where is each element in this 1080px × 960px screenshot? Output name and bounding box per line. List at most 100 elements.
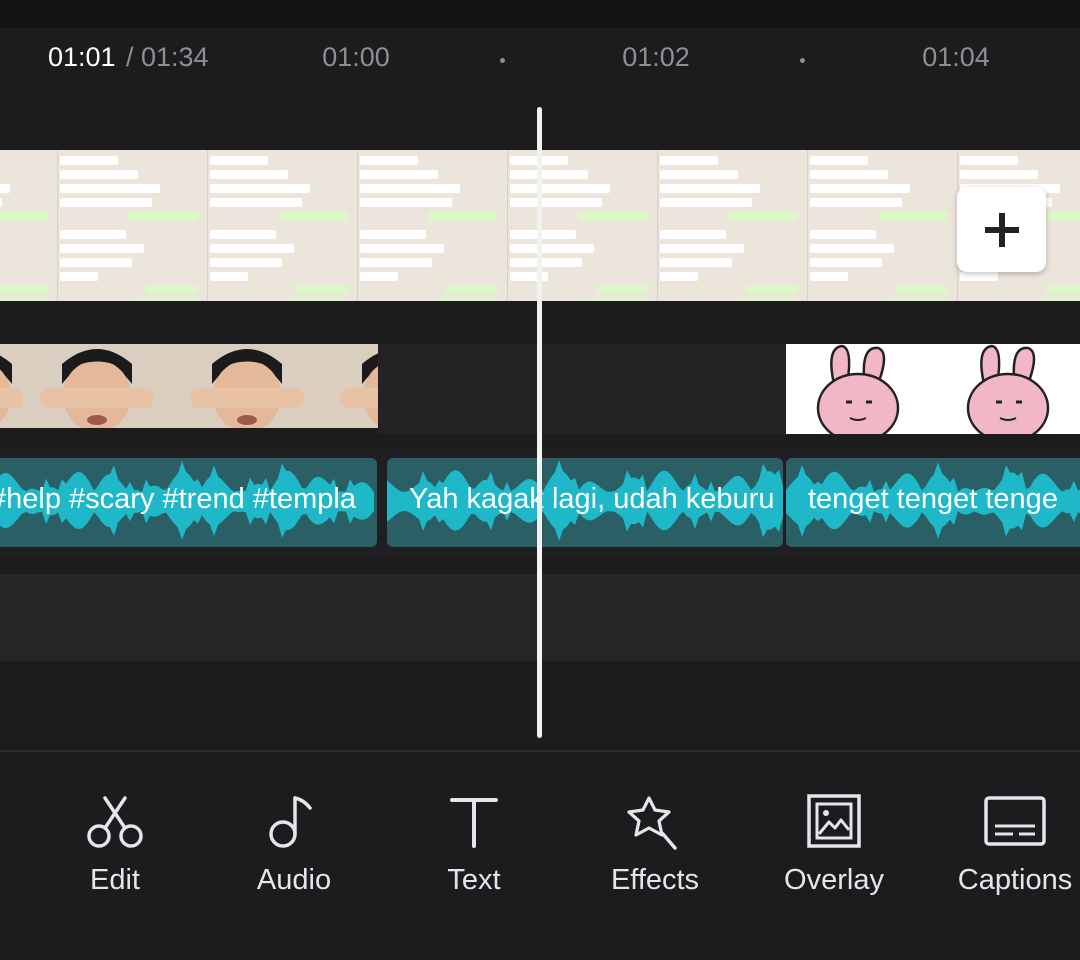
chat-bubble bbox=[596, 285, 648, 294]
chat-bubble bbox=[660, 170, 738, 179]
chat-bubble bbox=[660, 184, 760, 193]
ruler-tick-label: 01:02 bbox=[622, 42, 690, 72]
chat-bubble bbox=[960, 156, 1018, 165]
chat-bubble bbox=[960, 272, 998, 281]
chat-bubble bbox=[510, 170, 588, 179]
overlay-button[interactable]: Overlay bbox=[754, 794, 914, 897]
chat-bubble bbox=[0, 198, 2, 207]
edit-button[interactable]: Edit bbox=[35, 794, 195, 897]
chat-bubble bbox=[888, 298, 948, 301]
audio-clip-label: tenget tenget tenge bbox=[808, 483, 1058, 515]
chat-bubble bbox=[660, 230, 726, 239]
chat-bubble bbox=[810, 198, 902, 207]
chat-bubble bbox=[896, 285, 948, 294]
overlay-frame-thumbnail bbox=[172, 344, 322, 434]
overlay-frame-thumbnail bbox=[322, 344, 378, 434]
chat-bubble bbox=[428, 212, 498, 221]
chat-bubble bbox=[810, 170, 888, 179]
chat-bubble bbox=[146, 285, 198, 294]
chat-bubble bbox=[360, 244, 444, 253]
chat-bubble bbox=[810, 258, 882, 267]
chat-bubble bbox=[510, 184, 610, 193]
chat-bubble bbox=[0, 298, 48, 301]
chat-bubble bbox=[60, 198, 152, 207]
chat-bubble bbox=[288, 298, 348, 301]
playhead[interactable] bbox=[537, 107, 542, 738]
chat-bubble bbox=[60, 230, 126, 239]
captions-icon bbox=[984, 796, 1046, 846]
effects-button[interactable]: Effects bbox=[575, 794, 735, 897]
total-duration: / 01:34 bbox=[126, 42, 209, 72]
video-frame-thumbnail bbox=[58, 150, 208, 301]
edit-label: Edit bbox=[90, 864, 140, 896]
chat-bubble bbox=[0, 285, 48, 294]
chat-bubble bbox=[1038, 298, 1080, 301]
chat-bubble bbox=[510, 258, 582, 267]
chat-bubble bbox=[810, 230, 876, 239]
video-frame-thumbnail bbox=[208, 150, 358, 301]
video-frame-thumbnail bbox=[0, 150, 58, 301]
captions-label: Captions bbox=[957, 864, 1073, 896]
overlay-frame-thumbnail bbox=[786, 344, 936, 434]
video-frame-thumbnail bbox=[658, 150, 808, 301]
chat-bubble bbox=[210, 272, 248, 281]
chat-bubble bbox=[728, 212, 798, 221]
chat-bubble bbox=[438, 298, 498, 301]
chat-bubble bbox=[1046, 285, 1080, 294]
chat-bubble bbox=[360, 170, 438, 179]
chat-bubble bbox=[128, 212, 198, 221]
ruler-dot bbox=[500, 58, 505, 63]
chat-bubble bbox=[810, 244, 894, 253]
scissors-icon bbox=[87, 796, 143, 848]
overlay-label: Overlay bbox=[784, 864, 884, 896]
audio-clip-label: Yah kagak lagi, udah keburu bbox=[409, 483, 775, 515]
chat-bubble bbox=[60, 244, 144, 253]
chat-bubble bbox=[746, 285, 798, 294]
chat-bubble bbox=[660, 258, 732, 267]
chat-bubble bbox=[510, 272, 548, 281]
chat-bubble bbox=[660, 156, 718, 165]
chat-bubble bbox=[0, 184, 10, 193]
text-t-icon bbox=[450, 798, 498, 848]
ruler-tick-label: 01:00 bbox=[322, 42, 390, 72]
chat-bubble bbox=[60, 170, 138, 179]
chat-bubble bbox=[278, 212, 348, 221]
chat-bubble bbox=[446, 285, 498, 294]
text-button[interactable]: Text bbox=[394, 794, 554, 897]
chat-bubble bbox=[210, 156, 268, 165]
chat-bubble bbox=[510, 198, 602, 207]
overlay-frame-thumbnail bbox=[936, 344, 1080, 434]
chat-bubble bbox=[210, 198, 302, 207]
chat-bubble bbox=[588, 298, 648, 301]
chat-bubble bbox=[210, 184, 310, 193]
audio-clip[interactable]: #help #scary #trend #templa bbox=[0, 458, 377, 547]
chat-bubble bbox=[810, 184, 910, 193]
overlay-image-icon bbox=[807, 794, 861, 848]
ruler-dot bbox=[800, 58, 805, 63]
chat-bubble bbox=[810, 272, 848, 281]
audio-clip[interactable]: tenget tenget tenge bbox=[786, 458, 1080, 547]
audio-clip[interactable]: Yah kagak lagi, udah keburu bbox=[387, 458, 783, 547]
chat-bubble bbox=[60, 272, 98, 281]
chat-bubble bbox=[210, 244, 294, 253]
video-frame-thumbnail bbox=[808, 150, 958, 301]
chat-bubble bbox=[810, 156, 868, 165]
chat-bubble bbox=[360, 184, 460, 193]
overlay-clip-face[interactable] bbox=[0, 344, 378, 434]
chat-bubble bbox=[510, 230, 576, 239]
video-frame-thumbnail bbox=[508, 150, 658, 301]
ruler-tick-label: 01:04 bbox=[922, 42, 990, 72]
add-clip-button[interactable] bbox=[957, 187, 1046, 272]
captions-button[interactable]: Captions bbox=[935, 794, 1080, 897]
video-frame-thumbnail bbox=[358, 150, 508, 301]
chat-bubble bbox=[360, 198, 452, 207]
audio-button[interactable]: Audio bbox=[214, 794, 374, 897]
effects-label: Effects bbox=[610, 864, 700, 896]
overlay-frame-thumbnail bbox=[22, 344, 172, 434]
star-wand-icon bbox=[627, 796, 677, 850]
chat-bubble bbox=[360, 258, 432, 267]
chat-bubble bbox=[210, 230, 276, 239]
chat-bubble bbox=[510, 244, 594, 253]
overlay-clip-bunny[interactable] bbox=[786, 344, 1080, 434]
chat-bubble bbox=[210, 258, 282, 267]
